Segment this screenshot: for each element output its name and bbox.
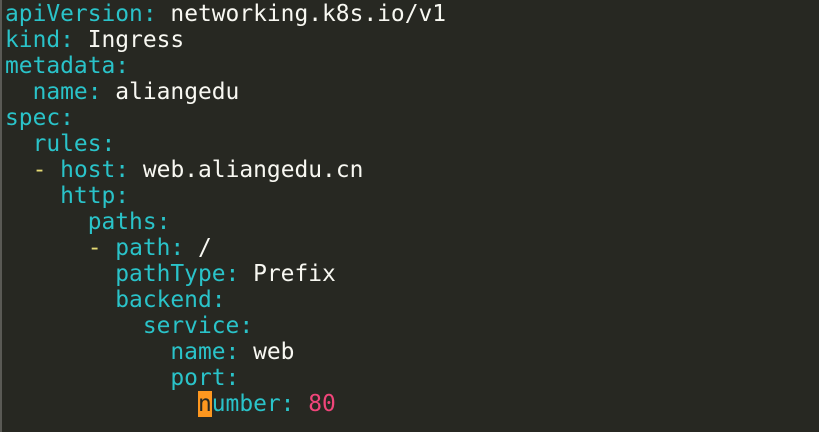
yaml-number: 80 [308,391,336,417]
yaml-key: paths [87,209,157,235]
yaml-key-rest: umber [211,391,281,417]
code-line[interactable]: backend: [5,287,446,313]
code-line[interactable]: number: 80 [5,391,446,417]
yaml-key: metadata [5,53,116,79]
key-colon: : [60,105,74,131]
code-line[interactable]: spec: [5,105,446,131]
yaml-key: kind [5,27,61,53]
yaml-value: web.aliangedu.cn [129,157,364,183]
yaml-key: service [142,313,240,339]
code-editor[interactable]: apiVersion: networking.k8s.io/v1 kind: In… [0,0,819,432]
yaml-value: web [239,339,295,365]
yaml-key: backend [115,287,212,313]
yaml-code-area[interactable]: apiVersion: networking.k8s.io/v1 kind: In… [5,1,446,417]
yaml-key: path [115,235,171,261]
key-colon: : [60,27,74,53]
key-colon: : [87,79,102,105]
yaml-value: Ingress [73,27,185,53]
list-dash: - [32,157,61,183]
key-colon: : [170,235,185,261]
key-colon: : [115,53,130,79]
code-line[interactable]: name: web [5,339,446,365]
yaml-value: / [184,235,212,261]
key-colon: : [142,1,157,27]
yaml-key: apiVersion [5,1,143,27]
text-cursor: n [197,391,212,417]
code-line[interactable]: - host: web.aliangedu.cn [5,157,446,183]
code-line[interactable]: pathType: Prefix [5,261,446,287]
code-line[interactable]: apiVersion: networking.k8s.io/v1 [5,1,446,27]
yaml-key: spec [5,105,61,131]
yaml-key: rules [32,131,102,157]
yaml-value: networking.k8s.io/v1 [156,1,447,27]
code-line[interactable]: paths: [5,209,446,235]
key-colon: : [280,391,295,417]
code-line[interactable]: name: aliangedu [5,79,446,105]
yaml-key: name [32,79,88,105]
code-line[interactable]: rules: [5,131,446,157]
key-colon: : [225,365,240,391]
key-colon: : [225,261,240,287]
key-colon: : [239,313,254,339]
yaml-key: name [170,339,226,365]
key-colon: : [225,339,240,365]
key-colon: : [156,209,171,235]
key-colon: : [101,131,116,157]
yaml-value [294,391,308,417]
code-line[interactable]: port: [5,365,446,391]
code-line[interactable]: kind: Ingress [5,27,446,53]
key-colon: : [115,183,130,209]
yaml-value: aliangedu [101,79,240,105]
yaml-key: host [60,157,116,183]
code-line[interactable]: - path: / [5,235,446,261]
yaml-value: Prefix [239,261,336,287]
key-colon: : [115,157,130,183]
yaml-key: port [170,365,226,391]
code-line[interactable]: service: [5,313,446,339]
code-line[interactable]: metadata: [5,53,446,79]
list-dash: - [87,235,116,261]
yaml-key: http [60,183,116,209]
yaml-key: pathType [115,261,226,287]
code-line[interactable]: http: [5,183,446,209]
editor-left-border [0,0,2,432]
key-colon: : [211,287,226,313]
yaml-key: number [197,391,281,417]
